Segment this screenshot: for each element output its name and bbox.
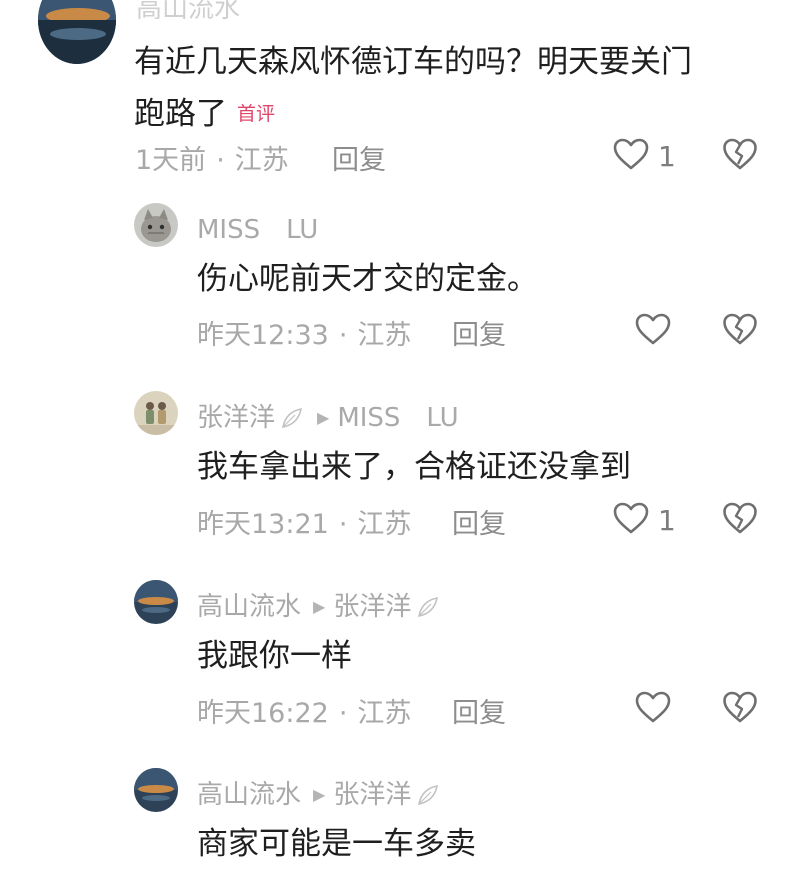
dislike-button[interactable] [722,690,758,728]
like-button[interactable] [634,312,680,350]
heart-outline-icon [634,312,672,350]
leaf-emoji-icon [415,595,441,625]
comment-meta: 昨天16:22 · 江苏 [197,698,412,729]
commenter-name[interactable]: 高山流水 [136,0,240,25]
dislike-button[interactable] [722,501,758,539]
broken-heart-icon [722,313,758,350]
location: 江苏 [357,320,412,351]
commenter-name[interactable]: MISS LU [197,209,318,246]
commenter-name[interactable]: 高山流水 ▶ 张洋洋 [197,774,441,813]
timestamp: 昨天16:22 [197,698,329,729]
heart-outline-icon [612,137,650,175]
like-count: 1 [658,139,676,173]
avatar[interactable] [134,203,178,247]
like-button[interactable] [634,690,680,728]
timestamp: 昨天12:33 [197,320,329,351]
comment-text: 伤心呢前天才交的定金。 [197,261,538,297]
comment-meta: 1天前 · 江苏 [135,145,289,176]
leaf-emoji-icon [279,406,305,436]
like-count: 1 [658,503,676,537]
triangle-right-icon: ▶ [313,597,326,616]
broken-heart-icon [722,138,758,175]
reply-target-name[interactable]: 张洋洋 [333,592,411,622]
comment-text: 我跟你一样 [197,638,352,674]
commenter-name[interactable]: 高山流水 ▶ 张洋洋 [197,586,441,625]
avatar[interactable] [134,580,178,624]
reply-button[interactable]: 回复 [332,138,386,177]
reply-button[interactable]: 回复 [452,313,506,352]
avatar[interactable] [38,0,116,64]
like-button[interactable]: 1 [612,501,676,539]
dislike-button[interactable] [722,312,758,350]
first-comment-badge: 首评 [237,103,276,125]
broken-heart-icon [722,691,758,728]
leaf-emoji-icon [415,783,441,813]
reply-button[interactable]: 回复 [452,502,506,541]
comment-text: 商家可能是一车多卖 [197,826,476,862]
reply-button[interactable]: 回复 [452,691,506,730]
comment-meta: 昨天12:33 · 江苏 [197,320,412,351]
avatar[interactable] [134,768,178,812]
reply-target-name[interactable]: MISS LU [337,403,458,433]
comment-meta: 昨天13:21 · 江苏 [197,509,412,540]
heart-outline-icon [634,690,672,728]
location: 江苏 [357,698,412,729]
location: 江苏 [357,509,412,540]
like-button[interactable]: 1 [612,137,676,175]
broken-heart-icon [722,502,758,539]
timestamp: 1天前 [135,145,207,176]
comment-text: 我车拿出来了，合格证还没拿到 [197,449,631,485]
dislike-button[interactable] [722,137,758,175]
timestamp: 昨天13:21 [197,509,329,540]
comment-text: 有近几天森风怀德订车的吗？明天要关门 跑路了 首评 [134,44,692,132]
triangle-right-icon: ▶ [313,785,326,804]
location: 江苏 [234,145,289,176]
commenter-name[interactable]: 张洋洋 ▶ MISS LU [197,397,459,436]
avatar[interactable] [134,391,178,435]
reply-target-name[interactable]: 张洋洋 [333,780,411,810]
triangle-right-icon: ▶ [317,408,330,427]
heart-outline-icon [612,501,650,539]
